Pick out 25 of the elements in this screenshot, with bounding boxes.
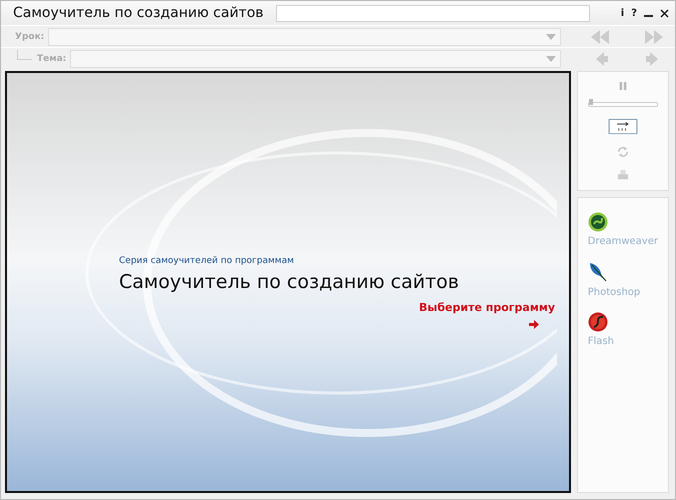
program-link[interactable]: Dreamweaver — [588, 236, 658, 247]
caret-icon — [546, 34, 556, 40]
choose-program-text: Выберите программу — [419, 300, 555, 314]
caret-icon — [546, 56, 556, 62]
dropdown[interactable] — [48, 28, 561, 46]
pause-icon[interactable] — [618, 82, 627, 90]
window-button[interactable]: ? — [631, 8, 637, 18]
dropdown[interactable] — [70, 50, 561, 68]
printer-icon[interactable] — [616, 170, 629, 180]
slide-heading: Самоучитель по созданию сайтов — [119, 270, 460, 292]
progress-slider[interactable] — [588, 102, 658, 107]
close-icon[interactable] — [660, 8, 669, 18]
program-link[interactable]: Photoshop — [588, 287, 640, 298]
numbered-list-icon[interactable] — [606, 118, 640, 134]
arrow-icon[interactable] — [529, 320, 539, 328]
feather-icon[interactable] — [588, 261, 608, 283]
program-logo-icon[interactable] — [588, 212, 608, 232]
selector-label: Урок: — [15, 32, 44, 42]
window-title: Самоучитель по созданию сайтов — [13, 5, 264, 21]
program-logo-icon[interactable] — [588, 312, 608, 332]
slider-thumb[interactable] — [588, 99, 593, 106]
window-button[interactable]: i — [620, 8, 624, 18]
series-caption: Серия самоучителей по программам — [119, 256, 295, 266]
program-link[interactable]: Flash — [588, 336, 614, 347]
refresh-icon[interactable] — [616, 146, 630, 158]
